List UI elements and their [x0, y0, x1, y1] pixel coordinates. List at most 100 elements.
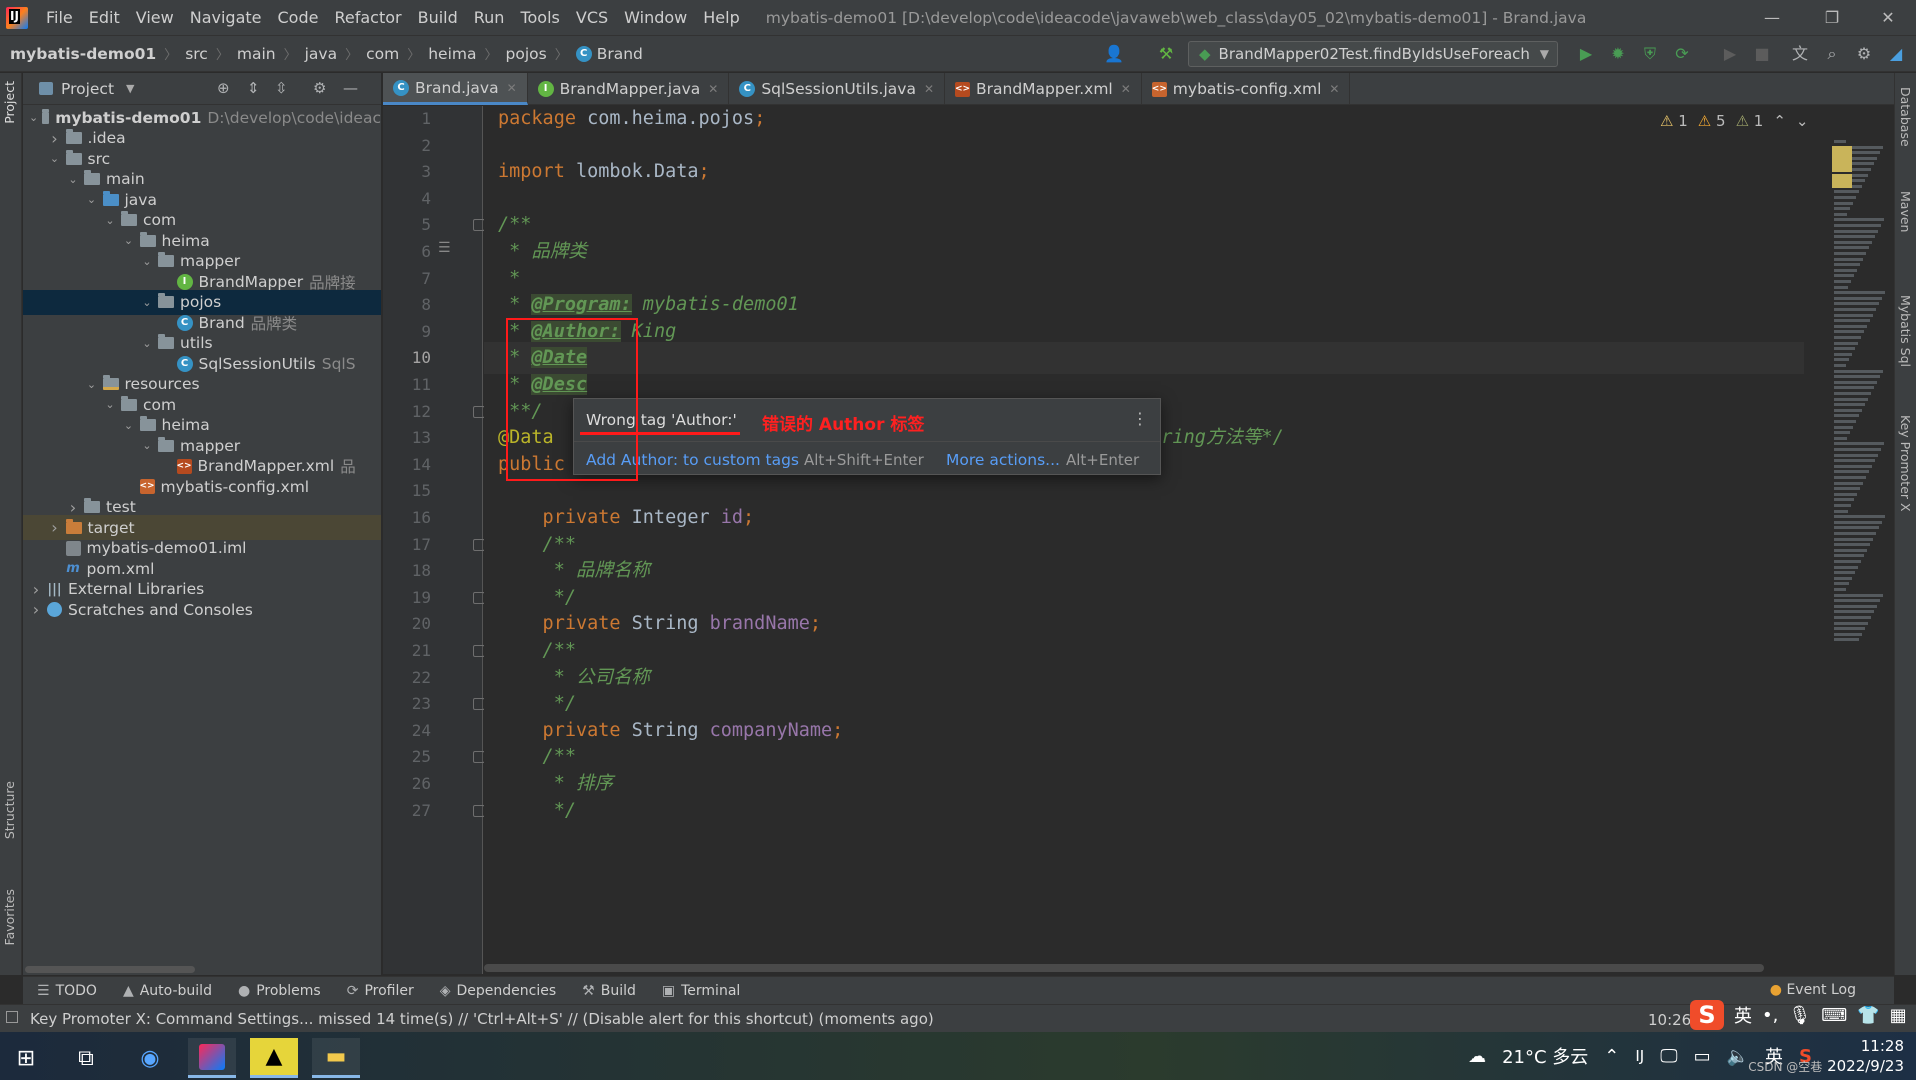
intellij-logo-icon[interactable] [6, 6, 28, 29]
close-tab-icon[interactable]: ✕ [924, 82, 934, 96]
chevron-down-icon[interactable]: ⌄ [140, 337, 154, 350]
search-icon[interactable]: ⌕ [1822, 44, 1842, 64]
photo-app-icon[interactable]: ▲ [250, 1038, 298, 1078]
weather-icon[interactable]: ☁ [1468, 1046, 1486, 1067]
chevron-right-icon[interactable]: › [29, 580, 43, 599]
menu-file[interactable]: File [38, 0, 81, 36]
breadcrumb-item[interactable]: 〉 heima [399, 44, 476, 64]
chevron-right-icon[interactable]: › [48, 129, 62, 148]
breadcrumb-item[interactable]: 〉 C Brand [547, 44, 643, 64]
ime-punctuation[interactable]: •, [1762, 1005, 1778, 1026]
bottom-tool-todo[interactable]: ☰ TODO [37, 983, 97, 999]
bottom-tool-build[interactable]: ⚒ Build [582, 983, 636, 999]
maximize-button[interactable]: ❐ [1810, 0, 1854, 36]
tree-horizontal-scrollbar[interactable] [25, 966, 195, 973]
chevron-down-icon[interactable]: ▼ [126, 82, 134, 95]
menu-refactor[interactable]: Refactor [326, 0, 409, 36]
breadcrumb-item[interactable]: mybatis-demo01 [10, 45, 156, 63]
event-log-button[interactable]: ● Event Log [1770, 982, 1856, 998]
tool-tab-maven[interactable]: Maven [1898, 191, 1913, 232]
breadcrumb-item[interactable]: 〉 pojos [476, 44, 546, 64]
close-tab-icon[interactable]: ✕ [1121, 82, 1131, 96]
warning-count[interactable]: ⚠ 5 [1698, 112, 1726, 130]
tray-chevron-up-icon[interactable]: ⌃ [1604, 1046, 1619, 1067]
tool-windows-toggle-icon[interactable] [6, 1011, 18, 1023]
chevron-down-icon[interactable]: ⌄ [48, 152, 62, 165]
previous-highlight-icon[interactable]: ⌃ [1773, 112, 1786, 130]
code-line[interactable]: package com.heima.pojos; [484, 106, 765, 135]
coverage-icon[interactable]: ⛨ [1640, 44, 1660, 64]
menu-code[interactable]: Code [270, 0, 327, 36]
status-message[interactable]: Key Promoter X: Command Settings... miss… [30, 1010, 934, 1028]
locate-target-icon[interactable]: ⊕ [217, 79, 230, 97]
network-icon[interactable]: 🖵 [1660, 1046, 1677, 1067]
chevron-down-icon[interactable]: ⌄ [140, 439, 154, 452]
sogou-ime-logo[interactable]: S [1690, 1000, 1724, 1030]
debug-icon[interactable]: ✹ [1608, 44, 1628, 64]
chevron-down-icon[interactable]: ⌄ [122, 419, 136, 432]
code-line[interactable]: */ [484, 795, 576, 827]
toolbox-icon[interactable]: ▦ [1890, 1005, 1907, 1026]
menu-navigate[interactable]: Navigate [182, 0, 270, 36]
attach-icon[interactable]: ▶ [1720, 44, 1740, 64]
ime-language[interactable]: 英 [1734, 1002, 1752, 1028]
gear-icon[interactable]: ⚙ [313, 79, 326, 97]
editor-tab[interactable]: I BrandMapper.java ✕ [528, 73, 730, 105]
profile-icon[interactable]: ⟳ [1672, 44, 1692, 64]
menu-edit[interactable]: Edit [81, 0, 128, 36]
chevron-down-icon[interactable]: ⌄ [140, 255, 154, 268]
vcs-user-icon[interactable]: 👤 [1104, 44, 1124, 64]
close-tab-icon[interactable]: ✕ [708, 82, 718, 96]
chevron-down-icon[interactable]: ⌄ [103, 398, 117, 411]
collapse-all-icon[interactable]: ⇳ [275, 79, 288, 97]
chevron-right-icon[interactable]: › [48, 518, 62, 537]
close-tab-icon[interactable]: ✕ [1329, 82, 1339, 96]
editor-tab[interactable]: C SqlSessionUtils.java ✕ [729, 73, 946, 105]
menu-help[interactable]: Help [695, 0, 747, 36]
intellij-app-icon[interactable] [188, 1038, 236, 1078]
windows-start-icon[interactable]: ⊞ [2, 1038, 50, 1078]
microphone-icon[interactable]: 🎙 [1788, 1005, 1811, 1026]
close-button[interactable]: ✕ [1866, 0, 1910, 36]
more-actions-link[interactable]: More actions... [946, 451, 1060, 469]
volume-icon[interactable]: 🔈 [1727, 1046, 1749, 1067]
tool-tab-database[interactable]: Database [1898, 87, 1913, 147]
typo-count[interactable]: ⚠ 1 [1736, 112, 1764, 130]
menu-build[interactable]: Build [410, 0, 466, 36]
build-hammer-icon[interactable]: ⚒ [1156, 44, 1176, 64]
breadcrumb-item[interactable]: 〉 java [276, 44, 338, 64]
chevron-down-icon[interactable]: ⌄ [29, 111, 38, 124]
project-view-select[interactable]: Project [61, 80, 114, 98]
run-configuration-select[interactable]: ◆ BrandMapper02Test.findByIdsUseForeach … [1188, 41, 1558, 67]
code-editor[interactable]: package com.heima.pojos; import lombok.Da… [484, 106, 1804, 974]
tree-item[interactable]: › Scratches and Consoles [23, 597, 381, 622]
tool-tab-key-promoter[interactable]: Key Promoter X [1898, 415, 1913, 512]
keyboard-icon[interactable]: ⌨ [1821, 1005, 1847, 1026]
task-view-icon[interactable]: ⧉ [62, 1038, 110, 1078]
editor-tab[interactable]: <> mybatis-config.xml ✕ [1142, 73, 1351, 105]
bottom-tool-dependencies[interactable]: ◈ Dependencies [440, 983, 556, 999]
file-explorer-icon[interactable]: ▬ [312, 1038, 360, 1078]
breadcrumb-item[interactable]: 〉 com [337, 44, 399, 64]
chevron-down-icon[interactable]: ⌄ [85, 378, 99, 391]
editor-horizontal-scrollbar[interactable] [484, 964, 1764, 972]
menu-window[interactable]: Window [616, 0, 695, 36]
bottom-tool-problems[interactable]: ● Problems [238, 983, 321, 999]
menu-vcs[interactable]: VCS [568, 0, 616, 36]
close-tab-icon[interactable]: ✕ [507, 81, 517, 95]
jetbrains-toolbox-icon[interactable]: ◢ [1886, 44, 1906, 64]
expand-all-icon[interactable]: ⇕ [247, 79, 260, 97]
tool-tab-structure[interactable]: Structure [2, 781, 17, 839]
bottom-tool-terminal[interactable]: ▣ Terminal [662, 983, 740, 999]
inspection-widget[interactable]: ⚠ 1 ⚠ 5 ⚠ 1 ⌃ ⌄ [1660, 112, 1809, 130]
chevron-right-icon[interactable]: › [29, 600, 43, 619]
browser-app-icon[interactable]: ◉ [126, 1038, 174, 1078]
code-minimap[interactable] [1830, 140, 1892, 660]
menu-run[interactable]: Run [466, 0, 513, 36]
chevron-down-icon[interactable]: ⌄ [122, 234, 136, 247]
breadcrumb-item[interactable]: 〉 main [208, 44, 276, 64]
bottom-tool-auto-build[interactable]: ▲ Auto-build [123, 983, 212, 999]
chevron-down-icon[interactable]: ⌄ [85, 193, 99, 206]
tool-tab-favorites[interactable]: Favorites [2, 889, 17, 945]
chevron-down-icon[interactable]: ⌄ [66, 173, 80, 186]
